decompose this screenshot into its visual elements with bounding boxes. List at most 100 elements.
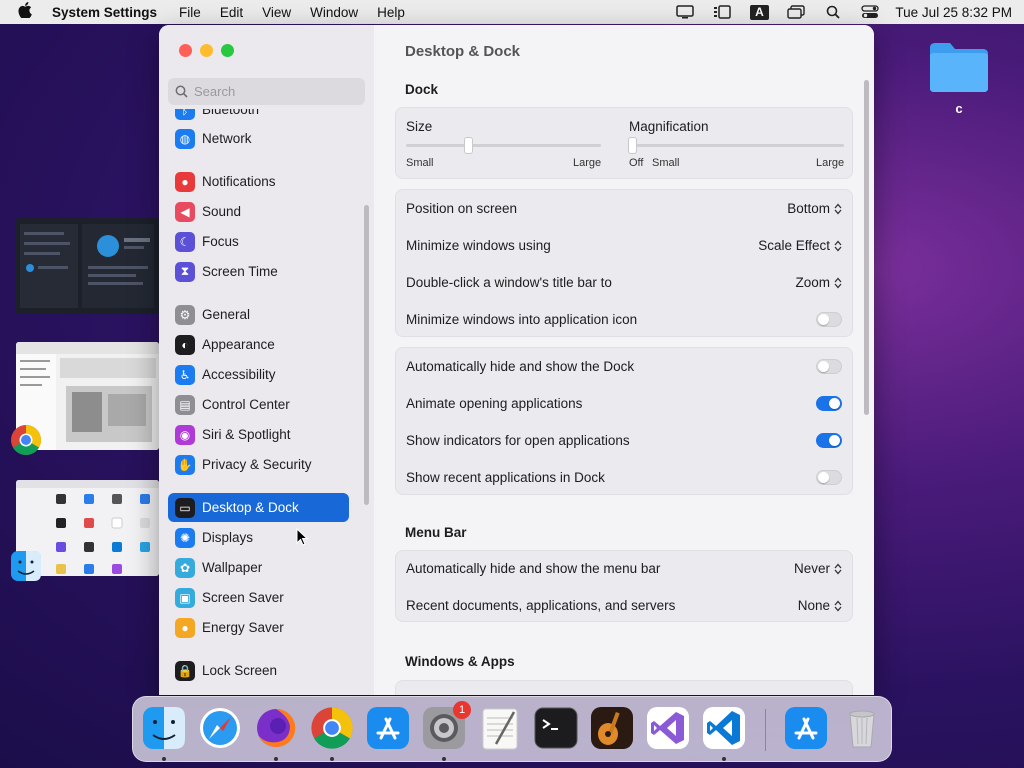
sidebar-item-privacy-security[interactable]: ✋ Privacy & Security [168, 450, 349, 479]
sidebar-item-displays[interactable]: ✺ Displays [168, 523, 349, 552]
search-icon [175, 85, 188, 98]
sidebar-item-accessibility[interactable]: ♿ Accessibility [168, 360, 349, 389]
display-icon[interactable] [674, 4, 696, 20]
toggle-switch[interactable] [816, 433, 842, 448]
lock-icon: 🔒 [175, 660, 195, 681]
vscode-icon[interactable] [701, 705, 747, 751]
sidebar-item-network[interactable]: ◍ Network [168, 124, 349, 153]
sidebar-item-label: Wallpaper [202, 560, 263, 575]
chrome-icon[interactable] [309, 705, 355, 751]
desktop-folder[interactable]: c [928, 40, 990, 116]
menu-view[interactable]: View [262, 5, 291, 20]
sidebar-item-screen-saver[interactable]: ▣ Screen Saver [168, 583, 349, 612]
window-controls [179, 44, 234, 57]
sidebar-item-label: Desktop & Dock [202, 500, 299, 515]
menu-bar-card: Automatically hide and show the menu bar… [395, 550, 853, 622]
sidebar-item-wallpaper[interactable]: ✿ Wallpaper [168, 553, 349, 582]
sidebar-item-bluetooth[interactable]: ᛒ Bluetooth [168, 109, 349, 124]
sidebar-item-label: Network [202, 131, 252, 146]
folder-icon [930, 43, 988, 92]
app-store-icon[interactable] [365, 705, 411, 751]
setting-label: Automatically hide and show the menu bar [406, 561, 661, 576]
page-title: Desktop & Dock [405, 43, 521, 60]
finder-small-icon[interactable] [10, 550, 42, 582]
siri-icon: ◉ [175, 424, 195, 445]
sidebar-item-siri-spotlight[interactable]: ◉ Siri & Spotlight [168, 420, 349, 449]
toggle-switch[interactable] [816, 396, 842, 411]
sidebar-item-control-center[interactable]: ▤ Control Center [168, 390, 349, 419]
flower-icon: ✿ [175, 557, 195, 578]
dock-icon: ▭ [175, 497, 195, 518]
guitar-icon[interactable] [589, 705, 635, 751]
sidebar-item-notifications[interactable]: ● Notifications [168, 167, 349, 196]
safari-icon[interactable] [197, 705, 243, 751]
control-center-icon[interactable] [859, 4, 881, 20]
textedit-icon[interactable] [477, 705, 523, 751]
menu-bar-clock[interactable]: Tue Jul 25 8:32 PM [895, 5, 1012, 20]
menu-window[interactable]: Window [310, 5, 358, 20]
spotlight-search-icon[interactable] [822, 4, 844, 20]
sidebar-scrollbar[interactable] [364, 205, 369, 505]
chevron-up-down-icon [834, 600, 842, 612]
app-name-menu[interactable]: System Settings [52, 5, 157, 20]
sun-icon: ✺ [175, 527, 195, 548]
search-field[interactable] [168, 78, 365, 105]
content-scrollbar[interactable] [864, 80, 869, 415]
section-heading-menu-bar: Menu Bar [405, 525, 467, 540]
sidebar-item-lock-screen[interactable]: 🔒 Lock Screen [168, 656, 349, 685]
magnification-slider-knob[interactable] [628, 137, 637, 154]
setting-label: Position on screen [406, 201, 518, 216]
popup-button[interactable]: Zoom [795, 275, 842, 290]
magnification-max-label: Large [816, 157, 845, 169]
finder-icon[interactable] [141, 705, 187, 751]
sidebar-list: ᛒ Bluetooth ◍ Network ● Notifications ◀ Sound… [168, 109, 366, 695]
popup-button[interactable]: None [798, 598, 842, 613]
minimize-button[interactable] [200, 44, 213, 57]
toggle-switch[interactable] [816, 470, 842, 485]
app-store-icon[interactable] [783, 705, 829, 751]
sidebar-item-sound[interactable]: ◀ Sound [168, 197, 349, 226]
settings-content: Desktop & Dock Dock Size Small Large Mag… [374, 25, 874, 695]
dock: 1 [132, 696, 892, 762]
popup-button[interactable]: Scale Effect [758, 238, 842, 253]
popup-button[interactable]: Bottom [787, 201, 842, 216]
toggle-switch[interactable] [816, 312, 842, 327]
setting-row: Show indicators for open applications [406, 422, 842, 459]
firefox-icon[interactable] [253, 705, 299, 751]
sidebar-item-energy-saver[interactable]: ● Energy Saver [168, 613, 349, 642]
toggle-switch[interactable] [816, 359, 842, 374]
visual-studio-icon[interactable] [645, 705, 691, 751]
setting-row: Automatically hide and show the Dock [406, 348, 842, 385]
terminal-icon[interactable] [533, 705, 579, 751]
setting-row: Animate opening applications [406, 385, 842, 422]
running-indicator [162, 757, 166, 761]
zoom-button[interactable] [221, 44, 234, 57]
size-slider-knob[interactable] [464, 137, 474, 154]
sidebar-item-label: Notifications [202, 174, 276, 189]
menu-edit[interactable]: Edit [220, 5, 243, 20]
sidebar-item-focus[interactable]: ☾ Focus [168, 227, 349, 256]
stage-thumbnail-dark[interactable] [16, 218, 159, 314]
popup-button[interactable]: Never [794, 561, 842, 576]
search-input[interactable] [194, 84, 354, 99]
size-slider-track[interactable] [406, 144, 601, 147]
close-button[interactable] [179, 44, 192, 57]
stage-manager-icon[interactable] [711, 4, 733, 20]
sidebar-item-appearance[interactable]: ◐ Appearance [168, 330, 349, 359]
input-source-label: A [749, 4, 769, 20]
mirroring-icon[interactable] [785, 4, 807, 20]
trash-icon[interactable] [839, 705, 885, 751]
sidebar-item-desktop-dock[interactable]: ▭ Desktop & Dock [168, 493, 349, 522]
input-source-icon[interactable]: A [748, 4, 770, 20]
sidebar-item-general[interactable]: ⚙ General [168, 300, 349, 329]
magnification-slider-track[interactable] [632, 144, 844, 147]
sidebar-item-screen-time[interactable]: ⧗ Screen Time [168, 257, 349, 286]
running-indicator [330, 757, 334, 761]
apple-menu-icon[interactable] [14, 1, 36, 23]
system-settings-icon[interactable]: 1 [421, 701, 471, 751]
chevron-up-down-icon [834, 203, 842, 215]
menu-file[interactable]: File [179, 5, 201, 20]
dock-toggles-card: Automatically hide and show the Dock Anim… [395, 347, 853, 495]
chrome-icon[interactable] [10, 424, 42, 456]
menu-help[interactable]: Help [377, 5, 405, 20]
